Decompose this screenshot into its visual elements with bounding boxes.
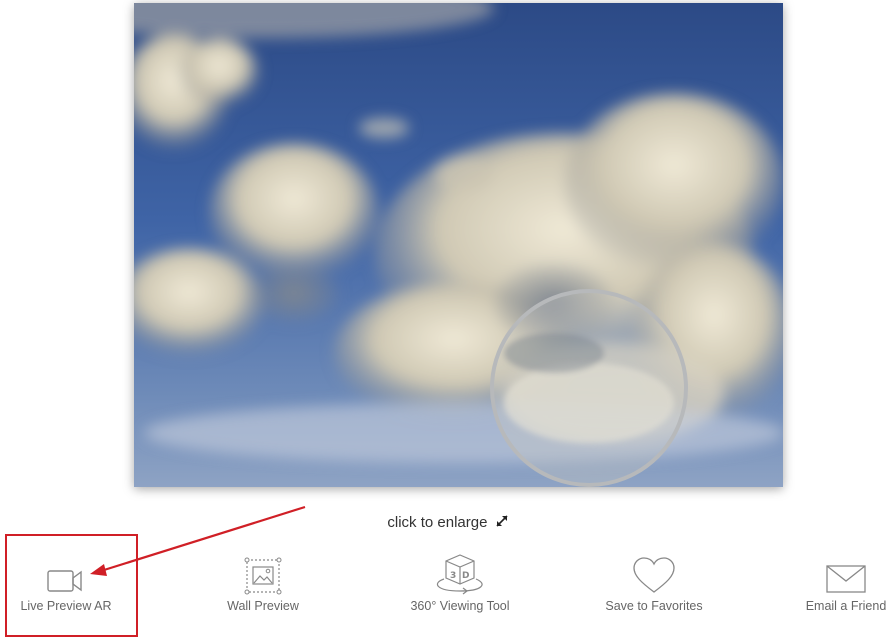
artwork-image[interactable] (134, 3, 783, 487)
click-to-enlarge-link[interactable]: click to enlarge (0, 514, 896, 531)
email-a-friend-button[interactable]: Email a Friend (796, 548, 896, 638)
video-camera-icon (47, 570, 82, 592)
save-to-favorites-button[interactable]: Save to Favorites (595, 548, 713, 638)
tool-label: Save to Favorites (605, 599, 703, 613)
expand-arrows-icon (496, 515, 508, 527)
viewing-tool-360-button[interactable]: 3 D 360° Viewing Tool (390, 548, 530, 638)
svg-text:3: 3 (450, 571, 456, 581)
enlarge-label: click to enlarge (387, 514, 488, 531)
envelope-icon (826, 565, 866, 593)
wall-picture-icon (244, 557, 282, 595)
live-preview-ar-button[interactable]: Live Preview AR (10, 548, 122, 638)
cube-3d-icon: 3 D (436, 554, 483, 595)
svg-text:D: D (462, 571, 469, 581)
tool-label: Wall Preview (227, 599, 299, 613)
tool-label: Live Preview AR (20, 599, 112, 613)
heart-icon (633, 557, 675, 593)
tool-label: Email a Friend (805, 599, 887, 613)
wall-preview-button[interactable]: Wall Preview (205, 548, 321, 638)
tool-label: 360° Viewing Tool (410, 599, 510, 613)
artwork-tools-bar: Live Preview AR Wall Preview 3 D 360° Vi… (0, 548, 896, 638)
